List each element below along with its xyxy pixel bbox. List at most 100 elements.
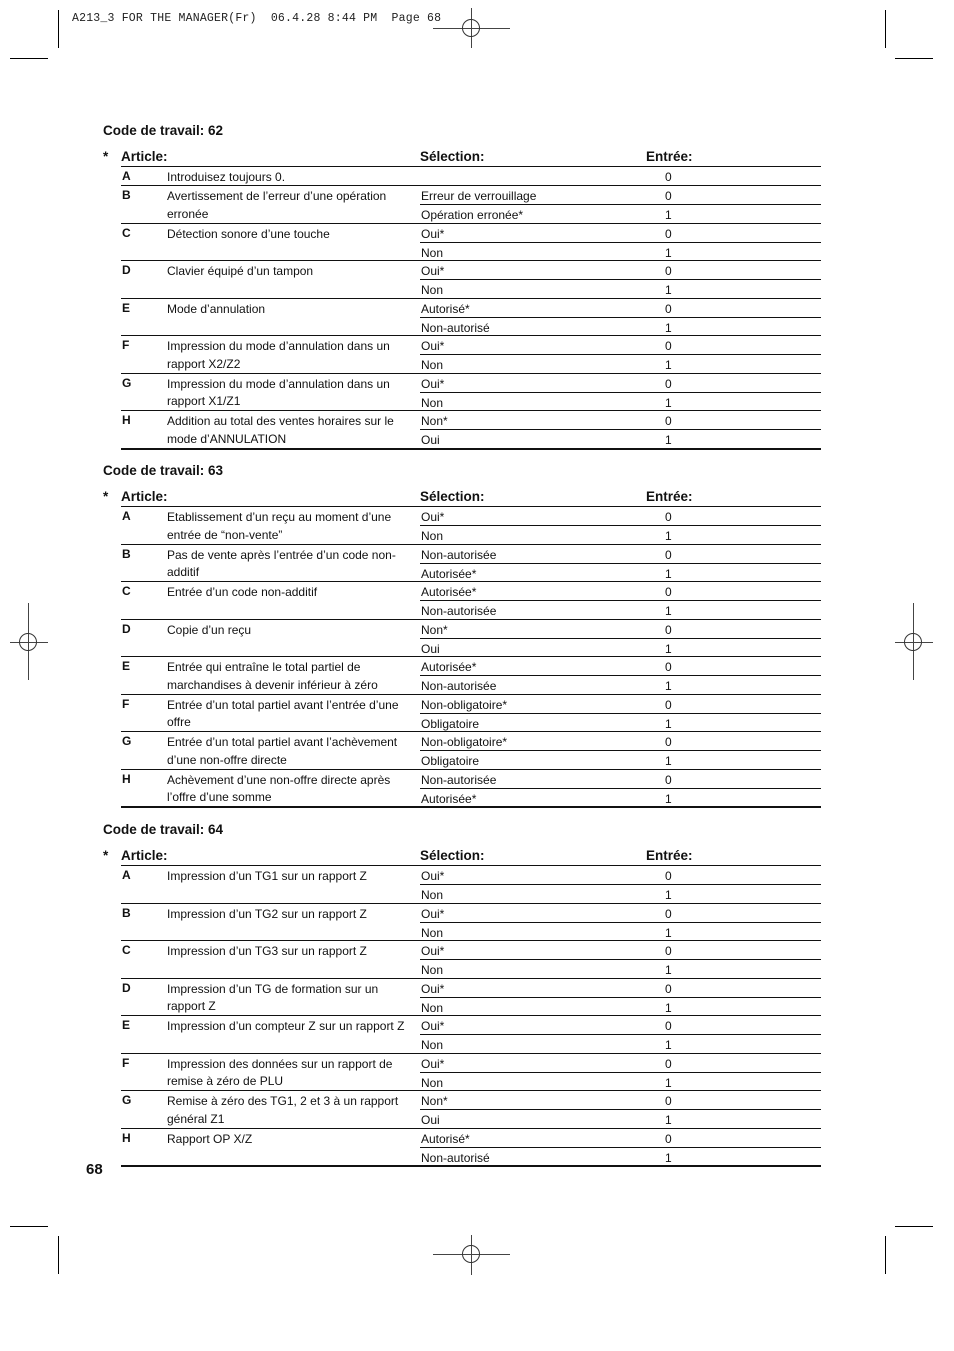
option-entry-value: 0 (665, 226, 672, 241)
option-row: Autorisée* 0 (420, 657, 821, 676)
option-label: Non-obligatoire* (421, 735, 508, 749)
option-entry-value: 0 (665, 1094, 672, 1108)
option-label: Opération erronée* (421, 208, 524, 222)
option-label: Non (421, 888, 444, 902)
option-label: Oui* (421, 981, 445, 996)
option-entry-value: 1 (665, 433, 672, 447)
option-entry-value: 0 (665, 547, 672, 562)
item-options: Oui* 0 Non 1 (420, 224, 821, 261)
option-label: Non-autorisée (421, 679, 497, 693)
table-row: C Détection sonore d’une touche Oui* 0 Non 1 (121, 224, 821, 261)
option-label: Autorisée* (421, 791, 477, 806)
item-letter: B (122, 188, 131, 202)
item-letter: F (122, 1055, 130, 1070)
item-description: Impression d’un TG3 sur un rapport Z (167, 944, 367, 958)
item-description: Impression d’un TG1 sur un rapport Z (167, 869, 367, 883)
option-entry-value: 1 (665, 754, 672, 768)
item-options: Autorisée* 0 Non-autorisée 1 (420, 582, 821, 619)
option-row: Oui* 0 (420, 261, 821, 280)
item-letter: C (122, 943, 131, 957)
item-description: Entrée d’un total partiel avant l’entrée… (167, 697, 399, 730)
option-row: Oui* 0 (420, 866, 821, 885)
option-label: Non (421, 1075, 444, 1090)
item-letter: A (122, 868, 131, 882)
item-description: Mode d’annulation (167, 301, 266, 316)
option-row: Oui 1 (420, 639, 821, 657)
option-entry-value: 0 (665, 944, 672, 958)
item-description: Introduisez toujours 0. (167, 170, 286, 184)
option-row: Non-autorisée 0 (420, 545, 821, 564)
option-entry-value: 1 (665, 963, 672, 977)
item-options: Autorisée* 0 Non-autorisée 1 (420, 657, 821, 694)
option-label: Non (421, 245, 444, 260)
option-row: Erreur de verrouillage 0 (420, 186, 821, 205)
option-label: Autorisé* (421, 301, 470, 316)
item-letter: H (122, 1130, 131, 1145)
item-letter: E (122, 659, 131, 673)
option-entry-value: 1 (665, 529, 672, 543)
section-title: Code de travail: 64 (103, 822, 224, 837)
option-label: Non* (421, 1094, 448, 1108)
option-row: Non 1 (420, 960, 821, 978)
table-row: H Addition au total des ventes horaires s… (121, 411, 821, 450)
option-row: Non-autorisée 1 (420, 676, 821, 694)
option-label: Non-autorisé (421, 320, 490, 335)
crop-mark-bottom-left-v (58, 1236, 59, 1274)
item-letter: E (122, 300, 131, 315)
column-header-article: Article: (121, 489, 168, 504)
option-row: Non 1 (420, 1073, 821, 1091)
option-entry-value: 1 (665, 358, 672, 372)
option-row: Non-autorisée 0 (420, 770, 821, 789)
option-label: Erreur de verrouillage (421, 189, 537, 203)
asterisk-note: * (103, 489, 109, 504)
table-row: E Entrée qui entraîne le total partiel de… (121, 657, 821, 695)
option-entry-value: 0 (665, 869, 672, 883)
option-label: Obligatoire (421, 716, 480, 731)
item-description: Pas de vente après l’entrée d’un code no… (167, 547, 396, 580)
table-row: F Entrée d’un total partiel avant l’entré… (121, 695, 821, 732)
option-row: Oui 1 (420, 1110, 821, 1128)
item-letter: D (122, 263, 131, 277)
option-entry-value: 0 (665, 264, 672, 278)
option-label: Oui* (421, 1019, 445, 1033)
option-entry-value: 1 (665, 925, 672, 940)
item-letter: B (122, 546, 131, 561)
option-entry-value: 0 (665, 1019, 672, 1033)
option-row: Obligatoire 1 (420, 751, 821, 769)
item-letter: G (122, 375, 132, 390)
option-label: Non-autorisée (421, 772, 497, 787)
crop-mark-top-right-v (885, 10, 886, 48)
option-label: Non (421, 1000, 444, 1015)
item-letter: H (122, 771, 131, 786)
option-label: Oui* (421, 944, 445, 958)
option-row: Non-autorisée 1 (420, 601, 821, 619)
table-row: C Entrée d’un code non-additif Autorisée* 0… (121, 582, 821, 620)
item-options: 0 (420, 167, 821, 185)
option-entry-value: 0 (665, 772, 672, 787)
column-header-selection: Sélection: (420, 848, 485, 863)
option-label: Oui* (421, 510, 445, 524)
option-entry-value: 1 (665, 1113, 672, 1127)
option-row: Oui* 0 (420, 336, 821, 355)
option-row: Autorisé* 0 (420, 299, 821, 318)
item-description: Impression d’un compteur Z sur un rappor… (167, 1019, 405, 1033)
option-label: Oui* (421, 339, 445, 353)
option-label: Non (421, 358, 444, 372)
page-number: 68 (86, 1161, 103, 1178)
option-entry-value: 1 (665, 1150, 672, 1165)
option-label: Oui (421, 641, 440, 656)
item-description: Entrée qui entraîne le total partiel de … (167, 660, 378, 692)
section-code-62: Code de travail: 62 * Article: Sélection: En… (103, 123, 823, 450)
option-entry-value: 0 (665, 981, 672, 996)
item-description: Entrée d’un code non-additif (167, 585, 318, 599)
asterisk-note: * (103, 848, 109, 863)
item-description: Rapport OP X/Z (167, 1131, 253, 1146)
item-description: Avertissement de l’erreur d’une opératio… (167, 189, 387, 221)
item-letter: B (122, 905, 131, 920)
item-options: Oui* 0 Non 1 (420, 336, 821, 373)
option-entry-value: 0 (665, 735, 672, 749)
item-options: Oui* 0 Non 1 (420, 1054, 821, 1091)
option-entry-value: 0 (665, 585, 672, 599)
option-entry-value: 1 (665, 208, 672, 222)
option-entry-value: 1 (665, 283, 672, 297)
